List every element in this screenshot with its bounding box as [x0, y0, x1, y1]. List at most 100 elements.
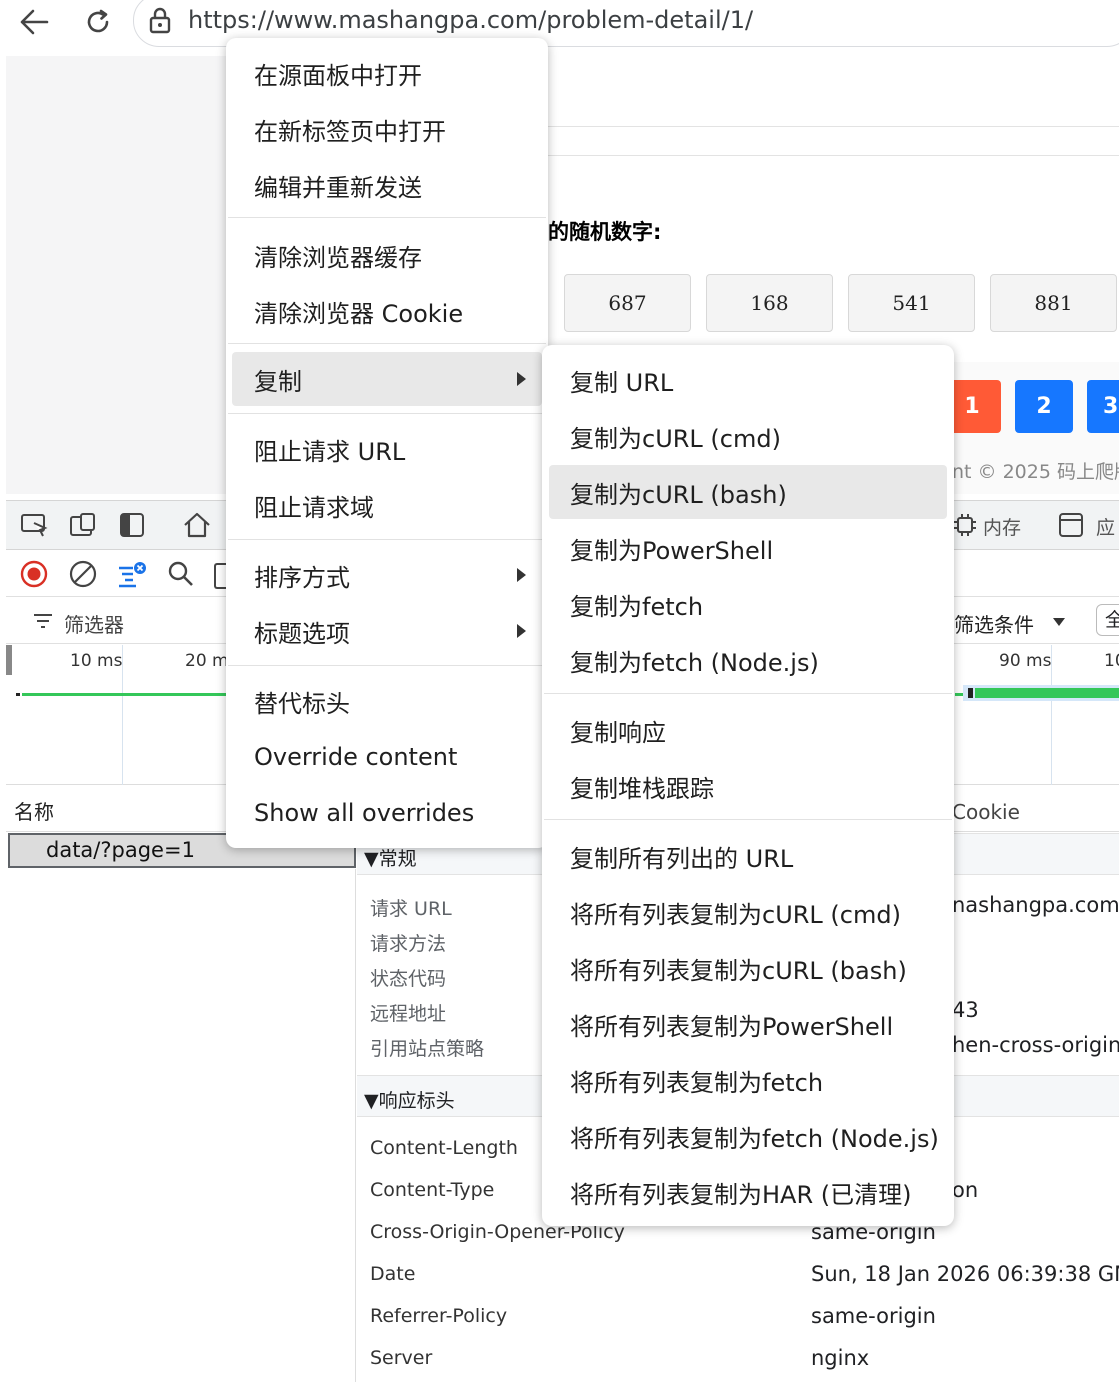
menu-item-label: 排序方式	[254, 563, 350, 592]
request-name[interactable]: data/?page=1	[46, 838, 195, 862]
timeline-handle[interactable]	[6, 645, 12, 675]
number-box: 687	[564, 274, 691, 332]
menu-separator	[544, 819, 952, 820]
filter-conditions-dropdown[interactable]: 筛选条件	[954, 609, 1034, 638]
menu-item-open-in-sources[interactable]: 在源面板中打开	[226, 46, 548, 100]
divider	[548, 126, 1119, 127]
all-filter-button[interactable]: 全	[1096, 604, 1119, 636]
menu-item-clear-cache[interactable]: 清除浏览器缓存	[226, 228, 548, 282]
request-list	[6, 869, 356, 1382]
tab-memory[interactable]: 内存	[983, 513, 1021, 540]
menu-item-label: 复制为fetch	[570, 592, 704, 621]
random-numbers-label: 的随机数字:	[548, 220, 662, 244]
menu-item-label: 阻止请求域	[254, 493, 374, 522]
menu-separator	[228, 413, 546, 414]
copy-submenu: 复制 URL 复制为cURL (cmd) 复制为cURL (bash) 复制为P…	[542, 345, 954, 1226]
menu-item-label: 清除浏览器 Cookie	[254, 299, 464, 328]
inspect-element-icon[interactable]	[17, 508, 51, 542]
menu-item-copy-all-curl-bash[interactable]: 将所有列表复制为cURL (bash)	[542, 941, 954, 995]
menu-item-copy-curl-bash[interactable]: 复制为cURL (bash)	[549, 465, 947, 519]
menu-item-copy-all-curl-cmd[interactable]: 将所有列表复制为cURL (cmd)	[542, 885, 954, 939]
filter-input[interactable]: 筛选器	[64, 609, 124, 638]
menu-item-label: 将所有列表复制为cURL (cmd)	[570, 900, 901, 929]
context-menu: 在源面板中打开 在新标签页中打开 编辑并重新发送 清除浏览器缓存 清除浏览器 C…	[226, 38, 548, 848]
menu-item-copy-curl-cmd[interactable]: 复制为cURL (cmd)	[542, 409, 954, 463]
menu-item-open-in-new-tab[interactable]: 在新标签页中打开	[226, 102, 548, 156]
menu-item-label: 标题选项	[254, 619, 350, 648]
timeline-bar	[22, 693, 232, 696]
menu-item-copy-all-urls[interactable]: 复制所有列出的 URL	[542, 829, 954, 883]
submenu-arrow-icon	[517, 624, 526, 638]
tab-application[interactable]: 应	[1096, 513, 1115, 540]
device-toolbar-icon[interactable]	[66, 508, 100, 542]
back-arrow-icon[interactable]	[14, 2, 54, 42]
menu-item-label: 将所有列表复制为cURL (bash)	[570, 956, 907, 985]
copyright-text: nt © 2025 码上爬版	[952, 461, 1119, 483]
menu-item-label: 将所有列表复制为fetch (Node.js)	[570, 1124, 939, 1153]
menu-item-label: 复制响应	[570, 718, 666, 747]
menu-item-clear-cookies[interactable]: 清除浏览器 Cookie	[226, 284, 548, 338]
menu-item-sort-by[interactable]: 排序方式	[226, 548, 548, 602]
menu-item-show-all-overrides[interactable]: Show all overrides	[226, 786, 548, 840]
chevron-down-icon	[1053, 618, 1065, 626]
general-section-title[interactable]: ▼常规	[364, 844, 417, 871]
application-icon[interactable]	[1054, 508, 1088, 542]
menu-item-copy-stack-trace[interactable]: 复制堆栈跟踪	[542, 759, 954, 813]
response-headers-section-title[interactable]: ▼响应标头	[364, 1086, 455, 1113]
url-text[interactable]: https://www.mashangpa.com/problem-detail…	[188, 6, 753, 34]
menu-separator	[544, 693, 952, 694]
menu-item-copy-all-fetch[interactable]: 将所有列表复制为fetch	[542, 1053, 954, 1107]
menu-separator	[228, 343, 546, 344]
tab-cookie[interactable]: Cookie	[952, 800, 1020, 824]
general-value: 43	[952, 998, 979, 1022]
name-column-header[interactable]: 名称	[14, 796, 54, 825]
menu-item-copy-powershell[interactable]: 复制为PowerShell	[542, 521, 954, 575]
filter-icon	[33, 613, 53, 633]
menu-item-label: Show all overrides	[254, 799, 475, 827]
timeline-tick: 20 m	[185, 651, 229, 671]
menu-item-label: 将所有列表复制为fetch	[570, 1068, 824, 1097]
menu-item-override-content[interactable]: Override content	[226, 730, 548, 784]
menu-item-block-request-url[interactable]: 阻止请求 URL	[226, 422, 548, 476]
number-box: 881	[990, 274, 1117, 332]
menu-item-copy-all-har[interactable]: 将所有列表复制为HAR (已清理)	[542, 1165, 954, 1219]
menu-item-label: 复制所有列出的 URL	[570, 844, 794, 873]
menu-item-block-request-domain[interactable]: 阻止请求域	[226, 478, 548, 532]
number-box: 168	[706, 274, 833, 332]
record-stop-icon[interactable]	[17, 557, 51, 591]
menu-item-label: 在新标签页中打开	[254, 117, 446, 146]
menu-item-copy-url[interactable]: 复制 URL	[542, 353, 954, 407]
menu-item-label: 将所有列表复制为PowerShell	[570, 1012, 894, 1041]
menu-item-copy-response[interactable]: 复制响应	[542, 703, 954, 757]
menu-item-copy-fetch[interactable]: 复制为fetch	[542, 577, 954, 631]
home-icon[interactable]	[180, 508, 214, 542]
menu-item-edit-and-resend[interactable]: 编辑并重新发送	[226, 158, 548, 212]
page-button-3[interactable]: 3	[1087, 380, 1119, 433]
menu-item-label: Override content	[254, 743, 458, 771]
filter-settings-icon[interactable]	[115, 557, 149, 591]
dock-side-icon[interactable]	[115, 508, 149, 542]
menu-item-header-options[interactable]: 标题选项	[226, 604, 548, 658]
site-info-icon[interactable]	[146, 6, 174, 40]
clear-icon[interactable]	[66, 557, 100, 591]
page-button-2[interactable]: 2	[1015, 380, 1073, 433]
menu-item-label: 在源面板中打开	[254, 61, 422, 90]
menu-item-label: 复制	[254, 367, 302, 396]
menu-item-label: 替代标头	[254, 689, 350, 718]
menu-item-label: 复制为fetch (Node.js)	[570, 648, 819, 677]
menu-item-copy[interactable]: 复制	[232, 352, 542, 406]
general-key: 远程地址	[370, 1003, 447, 1025]
search-icon[interactable]	[164, 557, 198, 591]
menu-separator	[228, 665, 546, 666]
menu-item-label: 阻止请求 URL	[254, 437, 406, 466]
menu-item-copy-all-powershell[interactable]: 将所有列表复制为PowerShell	[542, 997, 954, 1051]
menu-item-override-headers[interactable]: 替代标头	[226, 674, 548, 728]
menu-item-copy-fetch-nodejs[interactable]: 复制为fetch (Node.js)	[542, 633, 954, 687]
reload-icon[interactable]	[78, 2, 118, 42]
menu-item-label: 清除浏览器缓存	[254, 243, 422, 272]
number-box: 541	[848, 274, 975, 332]
header-value: Sun, 18 Jan 2026 06:39:38 GMT	[811, 1262, 1119, 1286]
menu-item-copy-all-fetch-nodejs[interactable]: 将所有列表复制为fetch (Node.js)	[542, 1109, 954, 1163]
divider	[548, 155, 1119, 156]
general-value: nashangpa.com/a	[952, 893, 1119, 917]
